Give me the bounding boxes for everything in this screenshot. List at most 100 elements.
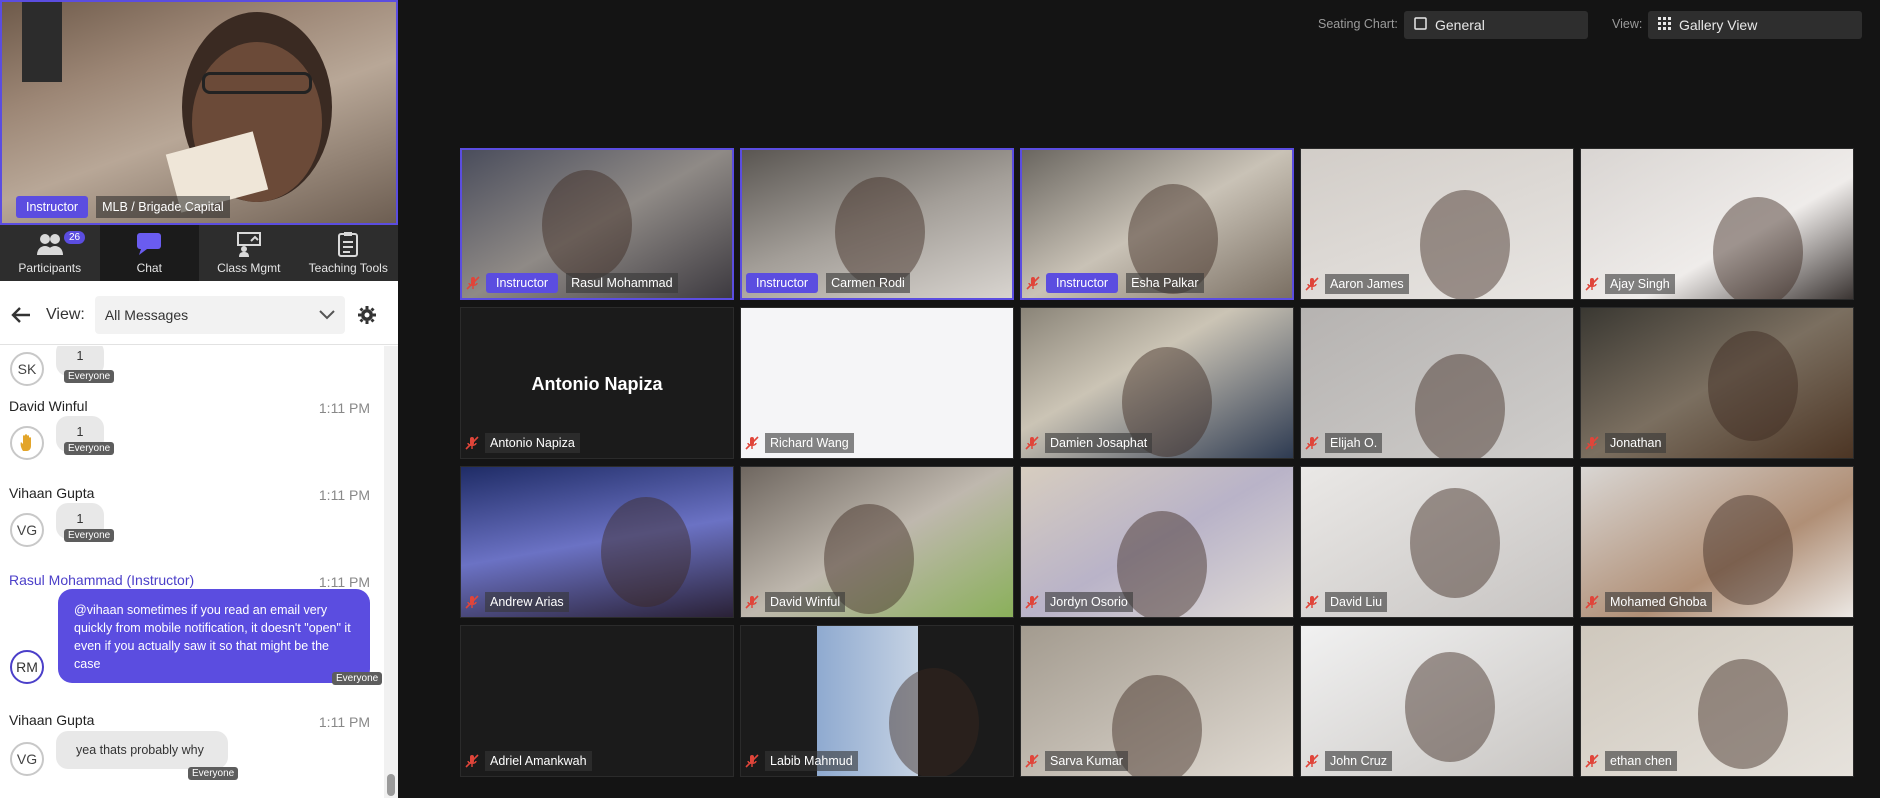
message-sender: Rasul Mohammad (Instructor) [9,572,195,588]
chat-view-select[interactable]: All Messages [94,295,345,334]
video-tile[interactable]: Instructor Carmen Rodi [740,148,1014,300]
video-tile[interactable]: Jonathan [1580,307,1854,459]
video-tile[interactable]: Antonio Napiza Antonio Napiza [460,307,734,459]
chevron-down-icon [319,309,335,319]
video-tile[interactable]: Labib Mahmud [740,625,1014,777]
view-mode-select[interactable]: Gallery View [1648,11,1862,39]
grid-icon [1658,17,1671,33]
tab-teaching-tools[interactable]: Teaching Tools [299,225,399,281]
tab-chat[interactable]: Chat [99,225,199,281]
audience-badge: Everyone [188,767,239,780]
participant-name-chip: Richard Wang [745,432,854,454]
participant-name: Elijah O. [1325,433,1383,453]
seating-chart-select[interactable]: General [1404,11,1588,39]
tab-participants[interactable]: 26 Participants [0,225,100,281]
message-sender: Vihaan Gupta [9,485,95,501]
mic-off-icon [745,754,759,768]
video-tile[interactable]: Adriel Amankwah [460,625,734,777]
mic-off-icon [465,436,479,450]
tab-chat-label: Chat [136,261,162,275]
video-tile[interactable]: Elijah O. [1300,307,1574,459]
video-tile[interactable]: David Liu [1300,466,1574,618]
instructor-badge: Instructor [1046,273,1119,293]
message-sender: Vihaan Gupta [9,712,95,728]
seating-chart-value: General [1435,17,1485,33]
teaching-tools-icon [338,232,359,257]
video-tile[interactable]: Damien Josaphat [1020,307,1294,459]
participant-name: Richard Wang [765,433,854,453]
participant-name: Adriel Amankwah [485,751,592,771]
video-tile[interactable]: David Winful [740,466,1014,618]
participant-name: Mohamed Ghoba [1605,592,1712,612]
top-toolbar: Seating Chart: General View: Gallery Vie… [398,0,1880,50]
mic-off-icon [466,276,480,290]
participant-name: Aaron James [1325,274,1409,294]
mic-off-icon [1026,276,1040,290]
participant-name-chip: Damien Josaphat [1025,432,1153,454]
instructor-badge: Instructor [746,273,819,293]
chat-messages[interactable]: SK 1 Everyone David Winful 1:11 PM 1 Eve… [0,346,384,798]
participant-name: Jordyn Osorio [1045,592,1133,612]
chat-view-label: View: [46,305,85,323]
view-mode-label: View: [1612,17,1643,31]
chat-scrollbar[interactable] [384,346,398,798]
audience-badge: Everyone [332,672,383,685]
tab-participants-label: Participants [18,261,82,275]
mic-off-icon [1305,436,1319,450]
gear-icon[interactable] [357,305,377,325]
mic-off-icon [745,436,759,450]
participants-count-badge: 26 [64,231,86,244]
participant-name-chip: David Winful [745,591,846,613]
mic-off-icon [1025,595,1039,609]
participant-video [889,668,979,776]
participant-name: Rasul Mohammad [566,273,678,293]
participant-name-chip: Adriel Amankwah [465,750,592,772]
mic-off-icon [745,595,759,609]
video-tile[interactable]: Aaron James [1300,148,1574,300]
mic-off-icon [465,754,479,768]
video-tile[interactable]: John Cruz [1300,625,1574,777]
participant-name: Esha Palkar [1126,273,1204,293]
checkbox-icon [1414,17,1427,33]
avatar: VG [10,513,44,547]
back-arrow-icon[interactable] [10,304,32,326]
mic-off-icon [1305,595,1319,609]
video-tile[interactable]: Ajay Singh [1580,148,1854,300]
audience-badge: Everyone [64,529,115,542]
video-tile[interactable]: Mohamed Ghoba [1580,466,1854,618]
participant-name-chip: Instructor Esha Palkar [1026,272,1204,294]
panel-tabs: 26 Participants Chat Class Mgmt Teaching… [0,225,398,281]
participant-name-chip: Andrew Arias [465,591,569,613]
participant-name-chip: John Cruz [1305,750,1392,772]
video-tile[interactable]: Richard Wang [740,307,1014,459]
participant-name-chip: Sarva Kumar [1025,750,1128,772]
video-tile[interactable]: Instructor Rasul Mohammad [460,148,734,300]
participant-video [1420,190,1510,299]
mic-off-icon [1305,754,1319,768]
mic-off-icon [1025,754,1039,768]
video-tile[interactable]: ethan chen [1580,625,1854,777]
scroll-thumb[interactable] [387,774,395,796]
tab-class-mgmt[interactable]: Class Mgmt [199,225,299,281]
left-panel: Instructor MLB / Brigade Capital 26 Part… [0,0,398,798]
participant-video [542,170,632,280]
participant-video [1713,197,1803,299]
participant-name: Ajay Singh [1605,274,1675,294]
video-tile[interactable]: Andrew Arias [460,466,734,618]
video-tile[interactable]: Jordyn Osorio [1020,466,1294,618]
message-time: 1:11 PM [318,487,370,503]
participant-name-chip: Instructor Rasul Mohammad [466,272,678,294]
mic-off-icon [465,595,479,609]
participant-name: Damien Josaphat [1045,433,1153,453]
hand-icon [20,434,31,451]
self-video: Instructor MLB / Brigade Capital [0,0,398,225]
participant-name: Andrew Arias [485,592,569,612]
seating-chart-label: Seating Chart: [1318,17,1398,31]
participant-name-chip: Aaron James [1305,273,1409,295]
participant-name: Carmen Rodi [826,273,910,293]
message-time: 1:11 PM [318,400,370,416]
participant-video [1708,331,1798,441]
video-tile[interactable]: Instructor Esha Palkar [1020,148,1294,300]
video-tile[interactable]: Sarva Kumar [1020,625,1294,777]
participant-name-chip: Antonio Napiza [465,432,580,454]
